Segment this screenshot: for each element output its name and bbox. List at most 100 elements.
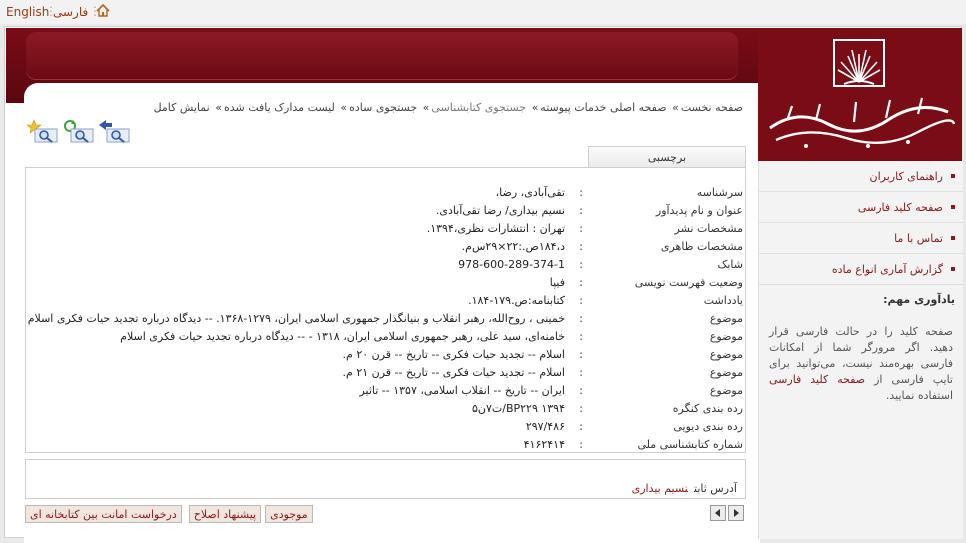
record-colon: : [579,186,583,199]
sidebar-item-stats-report[interactable]: گزارش آماری انواع ماده [759,254,963,285]
record-value: فیپا [549,276,565,289]
library-logo[interactable] [758,28,962,161]
breadcrumb-separator: » [531,101,539,114]
breadcrumb-home[interactable]: صفحه نخست [681,101,743,114]
breadcrumb-simple-search[interactable]: جستجوی ساده [349,101,417,114]
record-row: موضوع: ایران -- تاریخ -- انقلاب اسلامی، ۱… [26,382,745,400]
record-label: مشخصات ظاهری [660,240,743,253]
record-value: خامنه‌ای، سید علی، رهبر جمهوری اسلامی ای… [120,330,565,343]
toolbar [26,119,132,143]
breadcrumb-separator: » [215,101,222,114]
record-label: موضوع [709,312,743,325]
record-label: رده بندی کنگره [672,402,743,415]
breadcrumb-services[interactable]: صفحه اصلی خدمات پیوسته [540,101,666,114]
breadcrumb-results-list[interactable]: لیست مدارک یافت شده [224,101,335,114]
record-row: رده بندی کنگره: ۱۳۹۴ BP۲۲۹/ت۷ن۵ [26,400,745,418]
record-value: د،۱۸۴ص.:۲۲×۲۹س‌م. [461,240,565,253]
fixed-address: آدرس ثابت نسیم بیداری [632,482,737,495]
record-row: موضوع: اسلام -- تجدید حیات فکری -- تاریخ … [26,346,745,364]
bullet-icon [951,267,955,271]
record-row: رده بندی دیویی: ۲۹۷/۴۸۶ [26,418,745,436]
record-panel: سرشناسه: تقی‌آبادی، رضا، عنوان و نام پدیدآ… [25,167,746,453]
bullet-icon [951,205,955,209]
farsi-link[interactable]: فارسی [53,5,88,19]
breadcrumb: صفحه نخست» صفحه اصلی خدمات پیوسته» جستجو… [154,101,743,114]
record-colon: : [579,366,583,379]
record-value: اسلام -- تجدید حیات فکری -- تاریخ -- قرن… [342,366,565,379]
record-value: خمینی ، روح‌الله، رهبر انقلاب و بنیانگذا… [27,312,565,325]
record-colon: : [579,240,583,253]
breadcrumb-separator: » [672,101,679,114]
record-label: یادداشت [703,294,743,307]
tab-labeled-view[interactable]: برچسبی [588,146,746,169]
record-row: شابک: 978-600-289-374-1 [26,256,745,274]
record-colon: : [579,258,583,271]
top-bar: English ⋮ فارسی ⋮ [0,0,966,24]
record-label: موضوع [709,330,743,343]
record-row: مشخصات نشر: تهران : انتشارات نظری،۱۳۹۴. [26,220,745,238]
persian-keyboard-link[interactable]: صفحه کلید فارسی [769,373,865,386]
sidebar-item-user-guide[interactable]: راهنمای کاربران [759,161,963,192]
home-icon[interactable] [96,3,110,20]
record-label: موضوع [709,366,743,379]
record-label: شابک [717,258,743,271]
action-buttons: درخواست امانت بین کتابخانه ای پیشنهاد اص… [25,505,313,523]
arrow-left-icon[interactable] [710,505,726,521]
main-frame: راهنمای کاربران صفحه کلید فارسی تماس با … [4,26,963,543]
record-value: اسلام -- تجدید حیات فکری -- تاریخ -- قرن… [342,348,565,361]
breadcrumb-full-view: نمایش کامل [153,101,210,114]
fixed-address-link[interactable]: نسیم بیداری [632,482,688,495]
record-colon: : [579,276,583,289]
record-colon: : [579,204,583,217]
availability-button[interactable]: موجودی [265,505,313,523]
record-row: سرشناسه: تقی‌آبادی، رضا، [26,184,745,202]
zoom-star-icon[interactable] [26,119,60,143]
record-row: موضوع: اسلام -- تجدید حیات فکری -- تاریخ … [26,364,745,382]
record-colon: : [579,348,583,361]
arrow-right-icon[interactable] [728,505,744,521]
sidebar-item-contact[interactable]: تماس با ما [759,223,963,254]
bullet-icon [951,174,955,178]
record-navigation [710,505,744,521]
reminder-text: صفحه کلید را در حالت فارسی قرار دهید. اگ… [759,306,963,404]
banner-panel [26,32,738,80]
record-colon: : [579,420,583,433]
record-label: سرشناسه [696,186,743,199]
sidebar-item-label: صفحه کلید فارسی [857,200,943,214]
record-colon: : [579,222,583,235]
zoom-back-icon[interactable] [99,119,132,143]
record-row: مشخصات ظاهری: د،۱۸۴ص.:۲۲×۲۹س‌م. [26,238,745,256]
sidebar-item-persian-keyboard[interactable]: صفحه کلید فارسی [759,192,963,223]
record-label: رده بندی دیویی [673,420,743,433]
record-row: عنوان و نام پدیدآور: نسیم بیداری/ رضا تقی… [26,202,745,220]
record-row: یادداشت: کتابنامه:ص.۱۷۹-۱۸۴. [26,292,745,310]
sidebar-item-label: راهنمای کاربران [869,169,943,183]
record-colon: : [579,438,583,451]
breadcrumb-separator: » [422,101,430,114]
interlibrary-loan-button[interactable]: درخواست امانت بین کتابخانه ای [25,505,182,523]
record-value: ۴۱۶۲۴۱۴ [523,438,565,451]
record-value: نسیم بیداری/ رضا تقی‌آبادی. [435,204,565,217]
record-value: کتابنامه:ص.۱۷۹-۱۸۴. [468,294,565,307]
breadcrumb-bibliographic-search[interactable]: جستجوی کتابشناسی [431,101,526,114]
sidebar: راهنمای کاربران صفحه کلید فارسی تماس با … [758,161,963,539]
record-label: مشخصات نشر [674,222,744,235]
zoom-refresh-icon[interactable] [63,119,96,143]
bullet-icon [951,236,955,240]
record-colon: : [579,402,583,415]
record-value: ۱۳۹۴ BP۲۲۹/ت۷ن۵ [471,402,565,415]
record-value: ایران -- تاریخ -- انقلاب اسلامی، ۱۳۵۷ --… [359,384,565,397]
record-row: شماره کتابشناسی ملی: ۴۱۶۲۴۱۴ [26,436,745,454]
suggest-correction-button[interactable]: پیشنهاد اصلاح [188,505,262,523]
record-value: ۲۹۷/۴۸۶ [525,420,565,433]
reminder-title: یادآوری مهم: [883,293,955,306]
fixed-address-label: آدرس ثابت [694,482,737,495]
record-label: موضوع [709,348,743,361]
record-row: وضعیت فهرست نویسی: فیپا [26,274,745,292]
breadcrumb-separator: » [340,101,348,114]
record-colon: : [579,330,583,343]
english-link[interactable]: English [6,5,49,19]
record-value: 978-600-289-374-1 [458,258,565,271]
sidebar-item-label: گزارش آماری انواع ماده [831,262,943,276]
record-row: موضوع: خمینی ، روح‌الله، رهبر انقلاب و بن… [26,310,745,328]
